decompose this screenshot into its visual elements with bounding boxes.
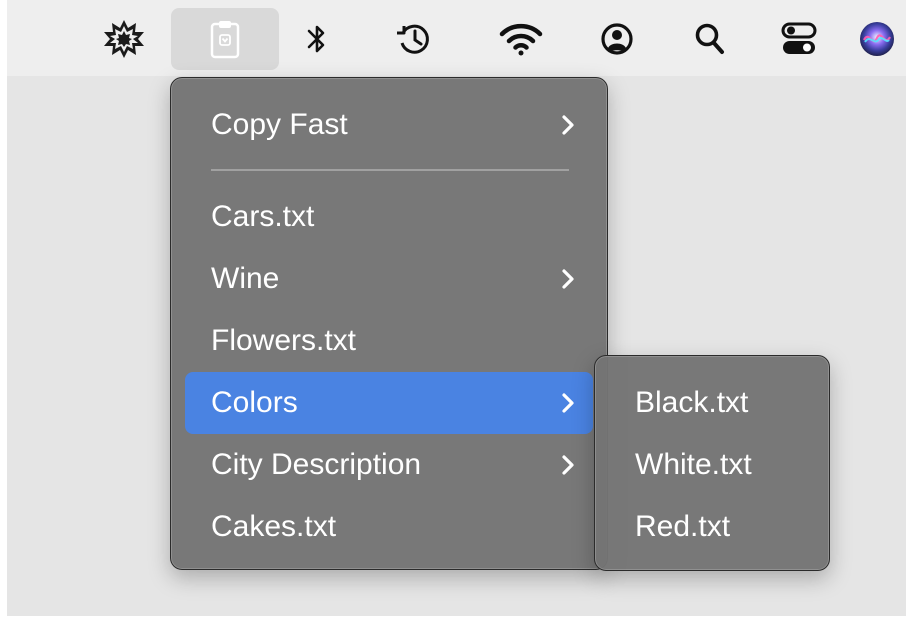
chevron-right-icon <box>562 115 574 135</box>
user-account-icon[interactable] <box>597 8 637 70</box>
menu-item-label: City Description <box>211 448 422 481</box>
submenu-item-red[interactable]: Red.txt <box>609 496 815 558</box>
menu-item-label: Cars.txt <box>211 200 315 233</box>
menu-item-label: Cakes.txt <box>211 510 337 543</box>
menu-item-copy-fast[interactable]: Copy Fast <box>185 94 593 156</box>
menu-item-city-description[interactable]: City Description <box>185 434 593 496</box>
submenu-item-white[interactable]: White.txt <box>609 434 815 496</box>
menu-item-label: Copy Fast <box>211 108 348 141</box>
submenu-item-black[interactable]: Black.txt <box>609 372 815 434</box>
bluetooth-icon[interactable] <box>297 8 337 70</box>
menu-item-label: Colors <box>211 386 298 419</box>
search-icon[interactable] <box>690 8 730 70</box>
menu-bar <box>7 0 906 76</box>
menu-item-label: Wine <box>211 262 280 295</box>
menu-item-wine[interactable]: Wine <box>185 248 593 310</box>
menu-item-cakes[interactable]: Cakes.txt <box>185 496 593 558</box>
submenu-item-label: White.txt <box>635 448 752 481</box>
clipboard-dropdown-menu: Copy Fast Cars.txt Wine Flowers.txt Colo… <box>170 77 608 570</box>
time-machine-icon[interactable] <box>392 8 436 70</box>
menu-item-label: Flowers.txt <box>211 324 357 357</box>
desktop: Copy Fast Cars.txt Wine Flowers.txt Colo… <box>7 0 906 616</box>
menu-separator <box>211 169 569 171</box>
clipboard-icon <box>210 19 240 59</box>
menu-item-colors[interactable]: Colors <box>185 372 593 434</box>
colors-submenu: Black.txt White.txt Red.txt <box>594 355 830 571</box>
siri-icon[interactable] <box>855 8 899 70</box>
chevron-right-icon <box>562 393 574 413</box>
menu-item-flowers[interactable]: Flowers.txt <box>185 310 593 372</box>
submenu-item-label: Red.txt <box>635 510 731 543</box>
burst-settings-icon[interactable] <box>95 8 153 70</box>
submenu-item-label: Black.txt <box>635 386 749 419</box>
control-center-icon[interactable] <box>777 8 821 70</box>
chevron-right-icon <box>562 269 574 289</box>
menu-item-cars[interactable]: Cars.txt <box>185 186 593 248</box>
clipboard-menu-button[interactable] <box>171 8 279 70</box>
wifi-icon[interactable] <box>494 8 548 70</box>
chevron-right-icon <box>562 455 574 475</box>
